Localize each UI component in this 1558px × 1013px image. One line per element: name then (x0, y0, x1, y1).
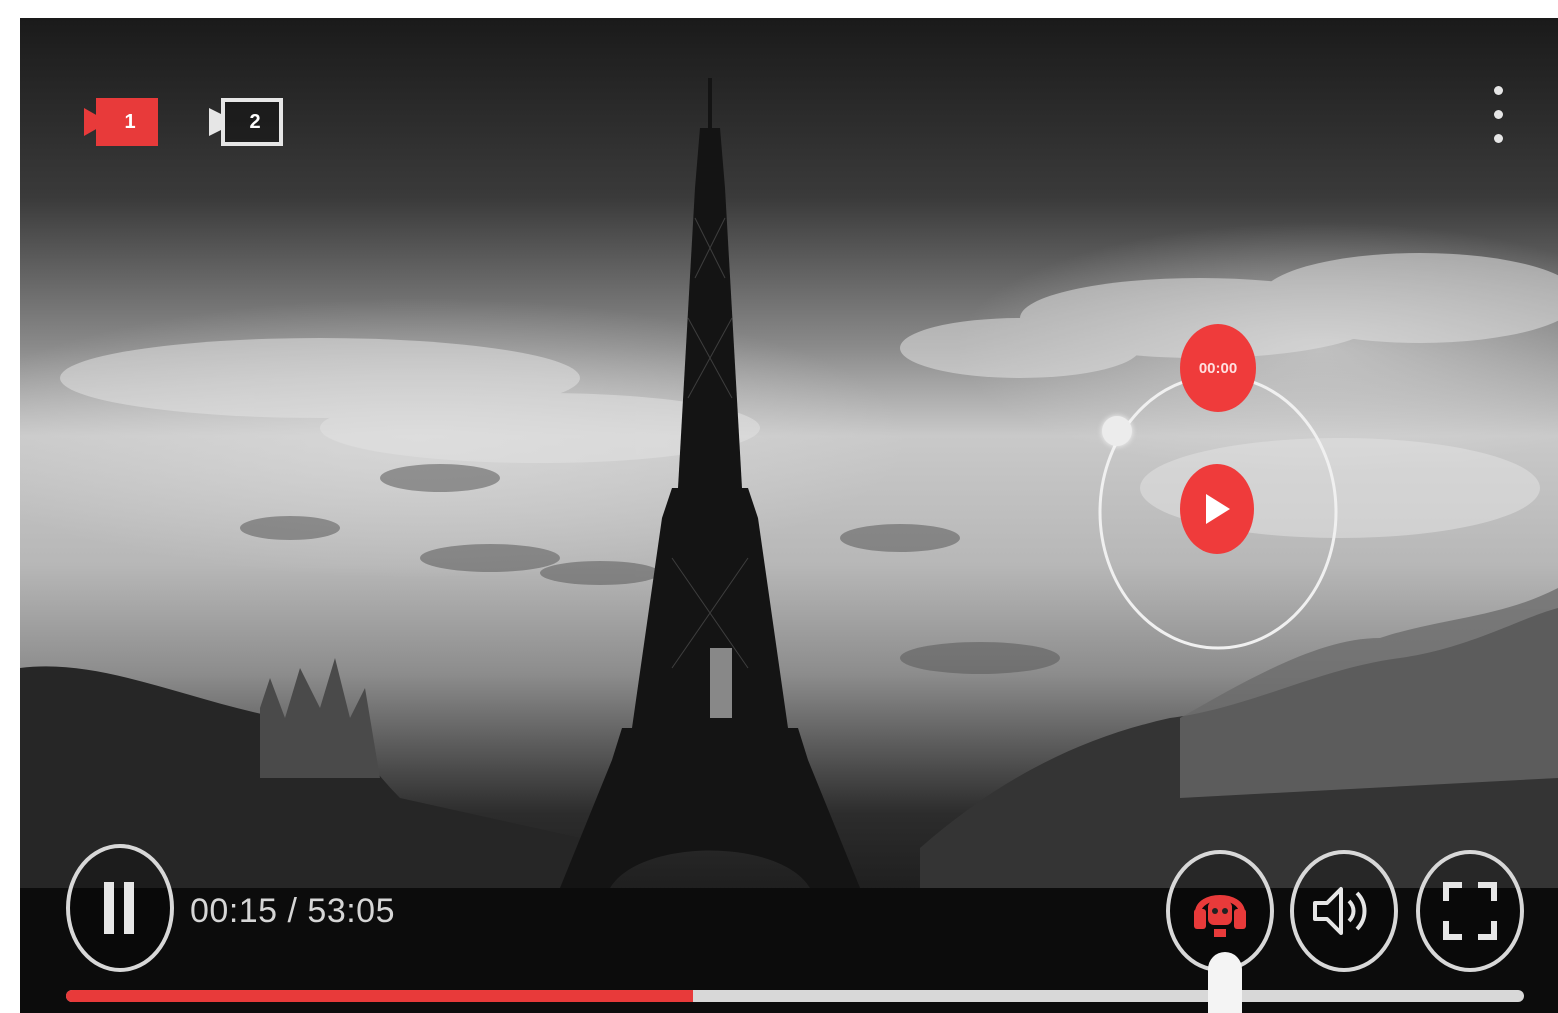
video-player[interactable]: 1 2 00:00 00:15 / 53:05 (20, 18, 1558, 1013)
camera-1-button[interactable]: 1 (82, 94, 162, 150)
dial-handle[interactable] (1102, 416, 1132, 446)
dial-time-label[interactable]: 00:00 (1180, 324, 1256, 412)
pause-icon (104, 882, 134, 934)
camera-2-button[interactable]: 2 (207, 94, 287, 150)
play-icon (1206, 494, 1230, 524)
headset-icon (1194, 895, 1246, 937)
seek-bar[interactable] (66, 990, 1524, 1002)
more-options-button[interactable] (1482, 80, 1514, 152)
playback-time: 00:15 / 53:05 (190, 892, 396, 930)
volume-icon (1313, 887, 1367, 935)
touch-pointer (1208, 952, 1242, 1013)
more-vertical-icon (1494, 86, 1503, 95)
camera-1-label: 1 (124, 111, 136, 133)
seek-bar-progress (66, 990, 693, 1002)
pause-button[interactable] (66, 844, 174, 972)
camera-2-label: 2 (249, 111, 261, 133)
fullscreen-button[interactable] (1416, 850, 1524, 972)
fullscreen-icon (1443, 882, 1497, 940)
volume-button[interactable] (1290, 850, 1398, 972)
play-button[interactable] (1180, 464, 1254, 554)
